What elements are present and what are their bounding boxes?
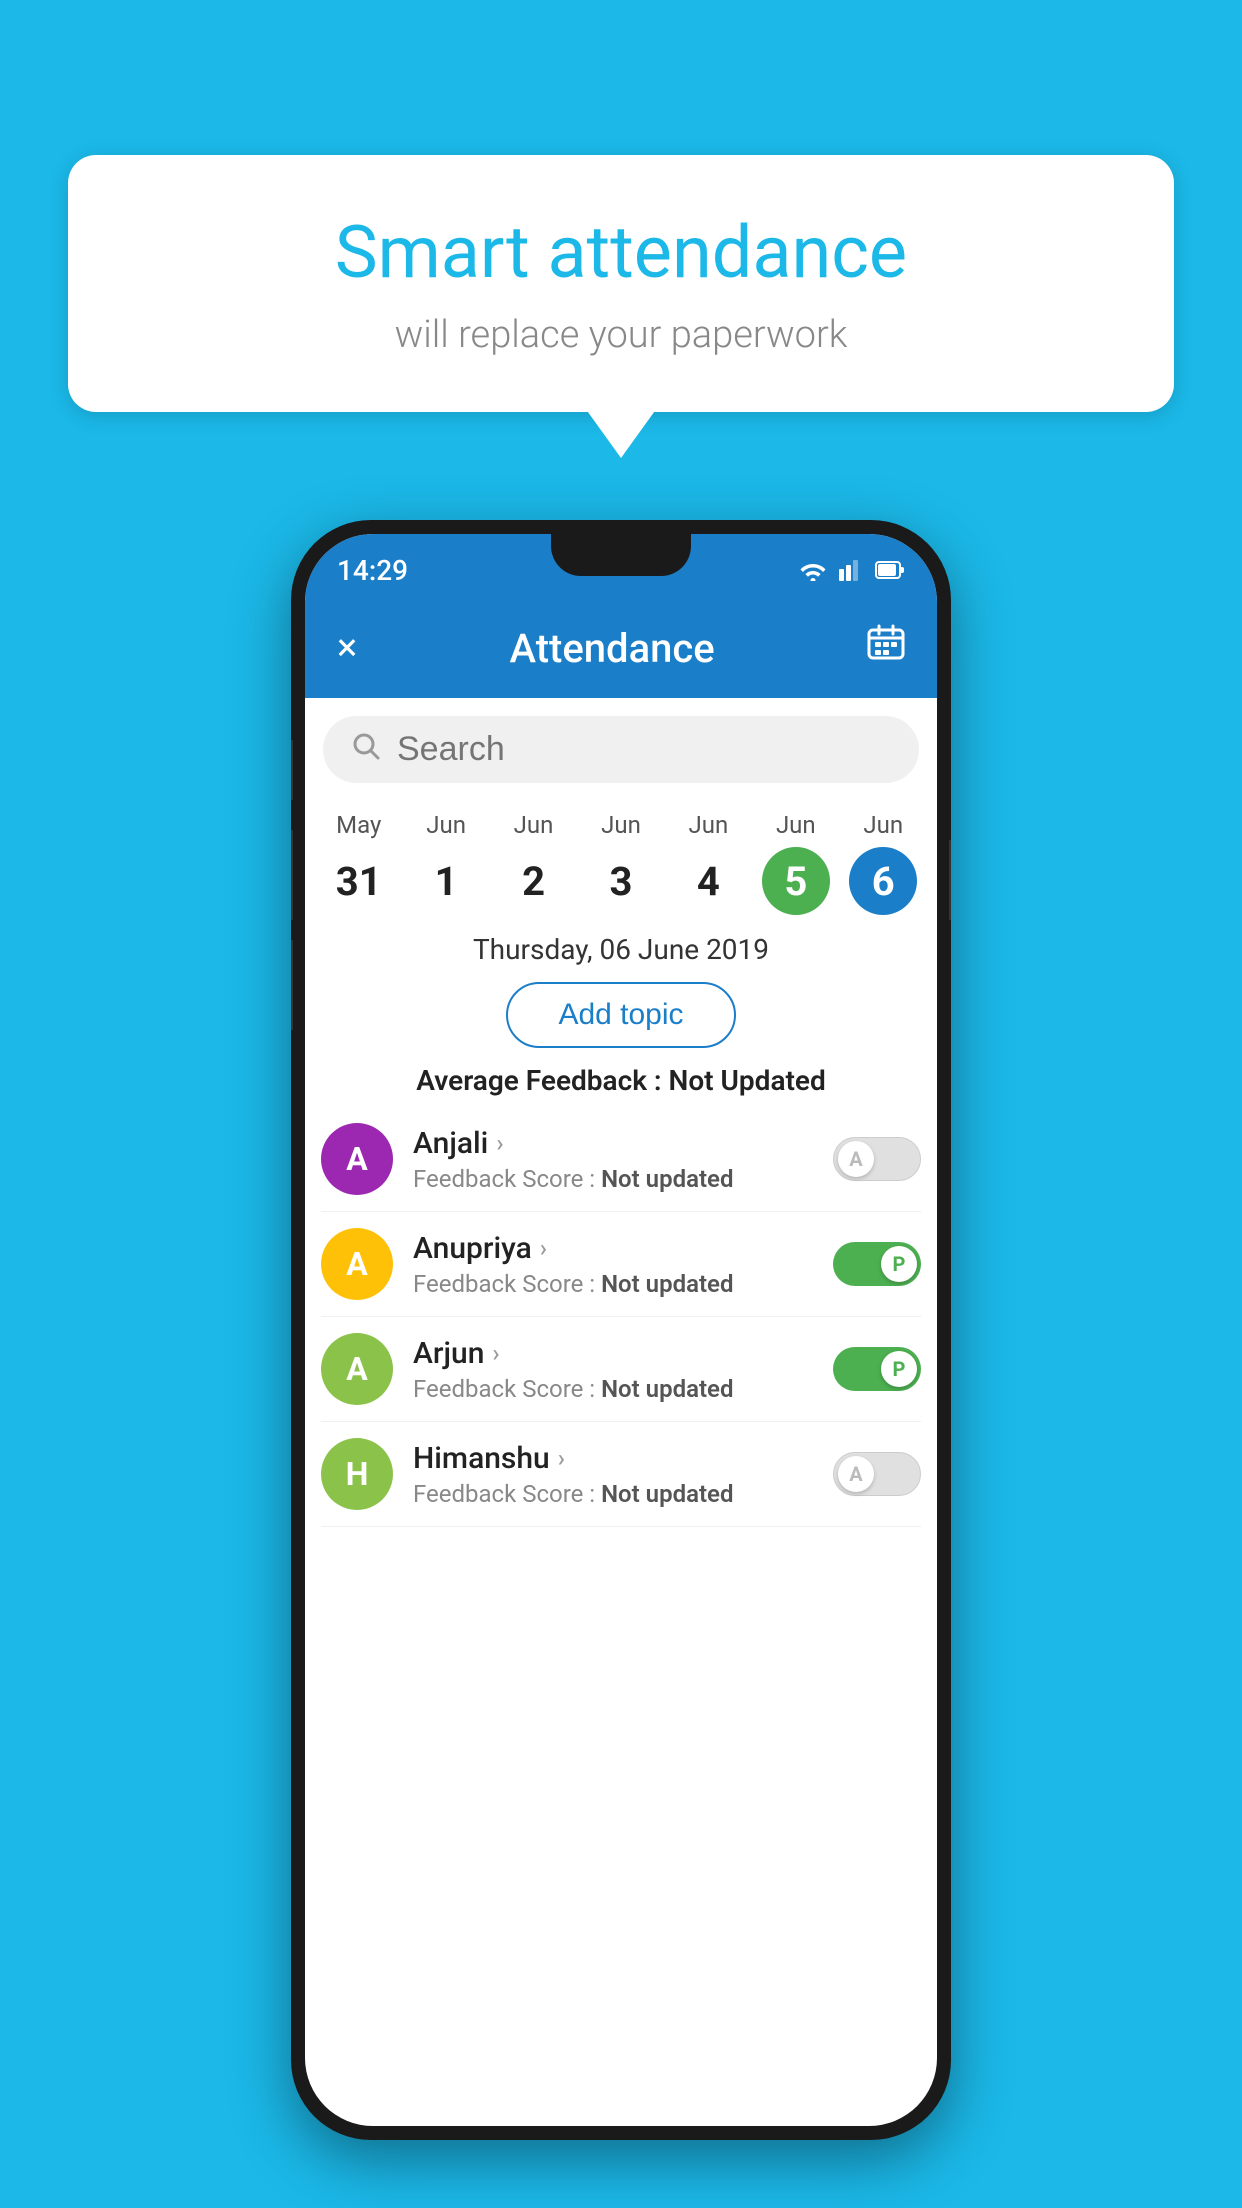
student-info: Anupriya › Feedback Score : Not updated: [413, 1231, 813, 1298]
calendar-month-label: Jun: [601, 811, 641, 839]
calendar-day[interactable]: Jun 6: [843, 811, 923, 915]
student-list: AAnjali ›Feedback Score : Not updatedAAA…: [305, 1107, 937, 1527]
feedback-score: Feedback Score : Not updated: [413, 1165, 813, 1193]
volume-up-button: [291, 830, 293, 920]
calendar-date[interactable]: 5: [762, 847, 830, 915]
avatar: A: [321, 1123, 393, 1195]
student-name: Himanshu ›: [413, 1441, 813, 1476]
feedback-score: Feedback Score : Not updated: [413, 1375, 813, 1403]
mute-button: [291, 740, 293, 800]
avatar: H: [321, 1438, 393, 1510]
student-item[interactable]: H Himanshu › Feedback Score : Not updated A: [321, 1422, 921, 1527]
toggle-container[interactable]: P: [833, 1347, 921, 1391]
student-name: Anupriya ›: [413, 1231, 813, 1266]
toggle-knob: P: [881, 1351, 917, 1387]
calendar-month-label: Jun: [426, 811, 466, 839]
phone-notch: [551, 534, 691, 576]
student-name: Anjali ›: [413, 1126, 813, 1161]
status-icons: [799, 559, 905, 581]
student-info: Himanshu › Feedback Score : Not updated: [413, 1441, 813, 1508]
student-info: Arjun › Feedback Score : Not updated: [413, 1336, 813, 1403]
chevron-icon: ›: [496, 1129, 503, 1157]
feedback-score: Feedback Score : Not updated: [413, 1480, 813, 1508]
search-icon: [351, 731, 381, 769]
student-name: Arjun ›: [413, 1336, 813, 1371]
app-bar: × Attendance: [305, 598, 937, 698]
calendar-date[interactable]: 6: [849, 847, 917, 915]
feedback-score: Feedback Score : Not updated: [413, 1270, 813, 1298]
attendance-toggle[interactable]: A: [833, 1452, 921, 1496]
calendar-day[interactable]: May 31: [319, 811, 399, 915]
toggle-knob: P: [881, 1246, 917, 1282]
calendar-day[interactable]: Jun 3: [581, 811, 661, 915]
search-input[interactable]: [397, 730, 891, 769]
calendar-month-label: Jun: [689, 811, 729, 839]
calendar-day[interactable]: Jun 2: [494, 811, 574, 915]
phone-mockup: 14:29: [291, 520, 951, 2140]
calendar-day[interactable]: Jun 5: [756, 811, 836, 915]
speech-bubble-title: Smart attendance: [128, 210, 1114, 295]
toggle-container[interactable]: A: [833, 1137, 921, 1181]
avatar: A: [321, 1228, 393, 1300]
avg-feedback: Average Feedback : Not Updated: [305, 1064, 937, 1097]
speech-bubble-subtitle: will replace your paperwork: [128, 313, 1114, 357]
calendar-date[interactable]: 31: [325, 847, 393, 915]
toggle-knob: A: [838, 1141, 874, 1177]
attendance-toggle[interactable]: P: [833, 1347, 921, 1391]
toggle-container[interactable]: P: [833, 1242, 921, 1286]
avg-feedback-value: Not Updated: [669, 1064, 826, 1097]
calendar-date[interactable]: 4: [674, 847, 742, 915]
add-topic-button[interactable]: Add topic: [506, 982, 735, 1048]
student-info: Anjali › Feedback Score : Not updated: [413, 1126, 813, 1193]
avatar: A: [321, 1333, 393, 1405]
app-bar-title: Attendance: [510, 625, 715, 672]
student-item[interactable]: A Anupriya › Feedback Score : Not updated P: [321, 1212, 921, 1317]
status-time: 14:29: [337, 554, 408, 587]
close-button[interactable]: ×: [337, 626, 357, 670]
volume-down-button: [291, 940, 293, 1030]
calendar-month-label: May: [336, 811, 381, 839]
signal-icon: [839, 559, 863, 581]
avg-feedback-label: Average Feedback :: [416, 1064, 661, 1097]
wifi-icon: [799, 559, 827, 581]
toggle-container[interactable]: A: [833, 1452, 921, 1496]
selected-date: Thursday, 06 June 2019: [305, 933, 937, 966]
calendar-month-label: Jun: [863, 811, 903, 839]
calendar-date[interactable]: 2: [500, 847, 568, 915]
chevron-icon: ›: [558, 1444, 565, 1472]
calendar-day[interactable]: Jun 1: [406, 811, 486, 915]
calendar-icon[interactable]: [867, 624, 905, 672]
calendar-day[interactable]: Jun 4: [668, 811, 748, 915]
attendance-toggle[interactable]: P: [833, 1242, 921, 1286]
speech-bubble: Smart attendance will replace your paper…: [68, 155, 1174, 412]
calendar-date[interactable]: 3: [587, 847, 655, 915]
calendar-month-label: Jun: [776, 811, 816, 839]
calendar-strip: May 31 Jun 1 Jun 2 Jun 3 Jun 4 Jun 5 Jun 6: [305, 801, 937, 915]
search-bar[interactable]: [323, 716, 919, 783]
phone-screen: 14:29: [305, 534, 937, 2126]
calendar-month-label: Jun: [514, 811, 554, 839]
toggle-knob: A: [838, 1456, 874, 1492]
speech-bubble-container: Smart attendance will replace your paper…: [68, 155, 1174, 412]
battery-icon: [875, 559, 905, 581]
attendance-toggle[interactable]: A: [833, 1137, 921, 1181]
chevron-icon: ›: [492, 1339, 499, 1367]
power-button: [949, 840, 951, 920]
calendar-date[interactable]: 1: [412, 847, 480, 915]
student-item[interactable]: A Arjun › Feedback Score : Not updated P: [321, 1317, 921, 1422]
chevron-icon: ›: [540, 1234, 547, 1262]
student-item[interactable]: A Anjali › Feedback Score : Not updated A: [321, 1107, 921, 1212]
